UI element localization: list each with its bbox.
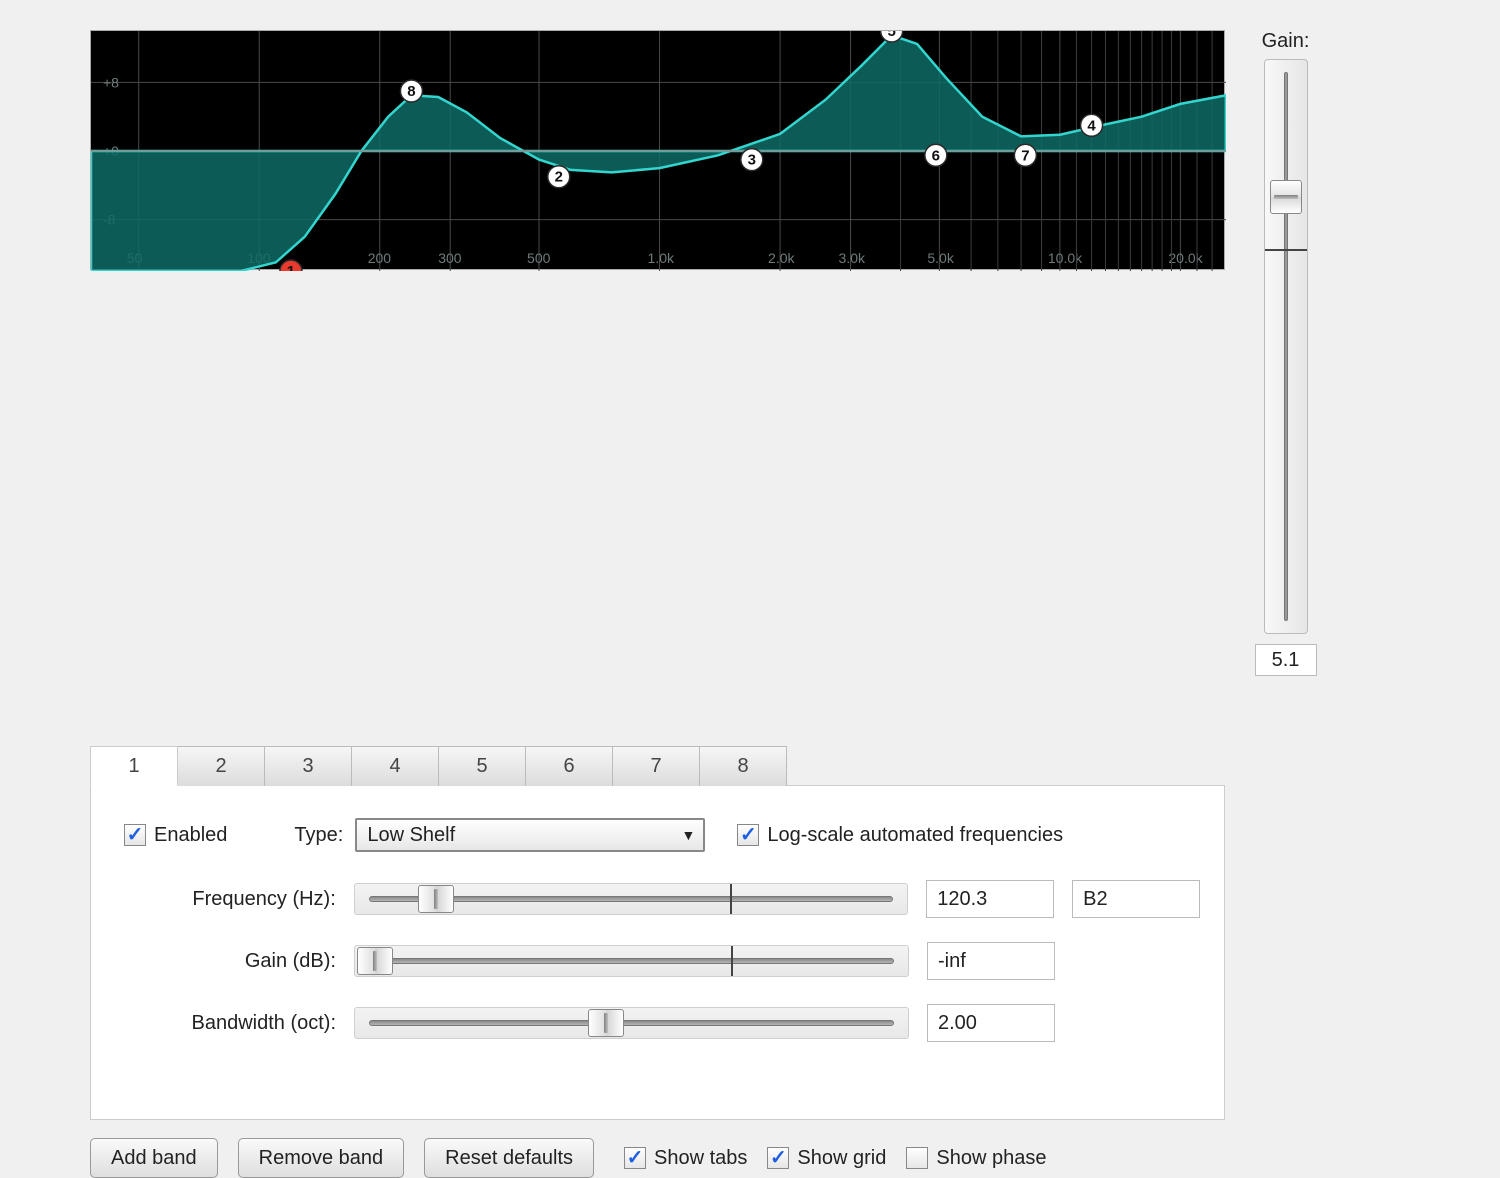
band-tab-bar: 12345678 — [90, 746, 1465, 786]
enabled-label: Enabled — [154, 824, 227, 847]
show-grid-label: Show grid — [797, 1147, 886, 1170]
show-tabs-label: Show tabs — [654, 1147, 747, 1170]
svg-text:10.0k: 10.0k — [1048, 250, 1083, 266]
frequency-slider-thumb[interactable] — [418, 885, 454, 913]
band-tab-5[interactable]: 5 — [438, 746, 526, 786]
svg-text:200: 200 — [368, 250, 392, 266]
bandwidth-value[interactable]: 2.00 — [927, 1004, 1055, 1042]
band-tab-4[interactable]: 4 — [351, 746, 439, 786]
frequency-label: Frequency (Hz): — [116, 888, 336, 911]
gain-db-slider[interactable] — [354, 945, 909, 977]
svg-text:5: 5 — [887, 31, 895, 40]
band-panel: Enabled Type: Low Shelf ▼ Log-scale auto… — [90, 785, 1225, 1120]
type-value: Low Shelf — [367, 824, 455, 847]
show-phase-checkbox[interactable] — [906, 1147, 928, 1169]
gain-db-slider-thumb[interactable] — [357, 947, 393, 975]
reset-defaults-button[interactable]: Reset defaults — [424, 1138, 594, 1178]
svg-text:3: 3 — [748, 152, 756, 169]
gain-slider[interactable] — [1264, 59, 1308, 634]
frequency-value[interactable]: 120.3 — [926, 880, 1054, 918]
frequency-slider[interactable] — [354, 883, 908, 915]
show-phase-label: Show phase — [936, 1147, 1046, 1170]
show-tabs-checkbox[interactable] — [624, 1147, 646, 1169]
show-grid-checkbox[interactable] — [767, 1147, 789, 1169]
band-tab-7[interactable]: 7 — [612, 746, 700, 786]
svg-text:4: 4 — [1087, 117, 1096, 134]
bandwidth-label: Bandwidth (oct): — [116, 1012, 336, 1035]
logscale-checkbox[interactable] — [737, 824, 759, 846]
add-band-button[interactable]: Add band — [90, 1138, 218, 1178]
gain-value[interactable]: 5.1 — [1255, 644, 1317, 676]
eq-graph[interactable]: -8+0+8501002003005001.0k2.0k3.0k5.0k10.0… — [90, 30, 1225, 270]
dropdown-arrow-icon: ▼ — [681, 827, 695, 843]
band-tab-2[interactable]: 2 — [177, 746, 265, 786]
svg-text:1.0k: 1.0k — [648, 250, 675, 266]
svg-text:+8: +8 — [103, 74, 119, 90]
band-tab-6[interactable]: 6 — [525, 746, 613, 786]
frequency-note[interactable]: B2 — [1072, 880, 1200, 918]
type-select[interactable]: Low Shelf ▼ — [355, 818, 705, 852]
svg-text:20.0k: 20.0k — [1168, 250, 1203, 266]
svg-text:1: 1 — [287, 263, 295, 271]
bandwidth-slider[interactable] — [354, 1007, 909, 1039]
enabled-checkbox[interactable] — [124, 824, 146, 846]
svg-text:300: 300 — [438, 250, 462, 266]
gain-label: Gain: — [1262, 30, 1310, 53]
band-tab-8[interactable]: 8 — [699, 746, 787, 786]
svg-text:500: 500 — [527, 250, 551, 266]
svg-text:5.0k: 5.0k — [927, 250, 954, 266]
svg-text:2: 2 — [555, 169, 563, 186]
bandwidth-slider-thumb[interactable] — [588, 1009, 624, 1037]
gain-db-value[interactable]: -inf — [927, 942, 1055, 980]
svg-text:2.0k: 2.0k — [768, 250, 795, 266]
type-label: Type: — [294, 824, 343, 847]
logscale-label: Log-scale automated frequencies — [767, 824, 1063, 847]
remove-band-button[interactable]: Remove band — [238, 1138, 405, 1178]
svg-text:8: 8 — [407, 83, 415, 100]
band-tab-3[interactable]: 3 — [264, 746, 352, 786]
svg-text:7: 7 — [1021, 147, 1029, 164]
svg-text:3.0k: 3.0k — [839, 250, 866, 266]
band-tab-1[interactable]: 1 — [90, 746, 178, 786]
gain-slider-thumb[interactable] — [1270, 180, 1302, 214]
svg-text:6: 6 — [932, 147, 940, 164]
gain-db-label: Gain (dB): — [116, 950, 336, 973]
